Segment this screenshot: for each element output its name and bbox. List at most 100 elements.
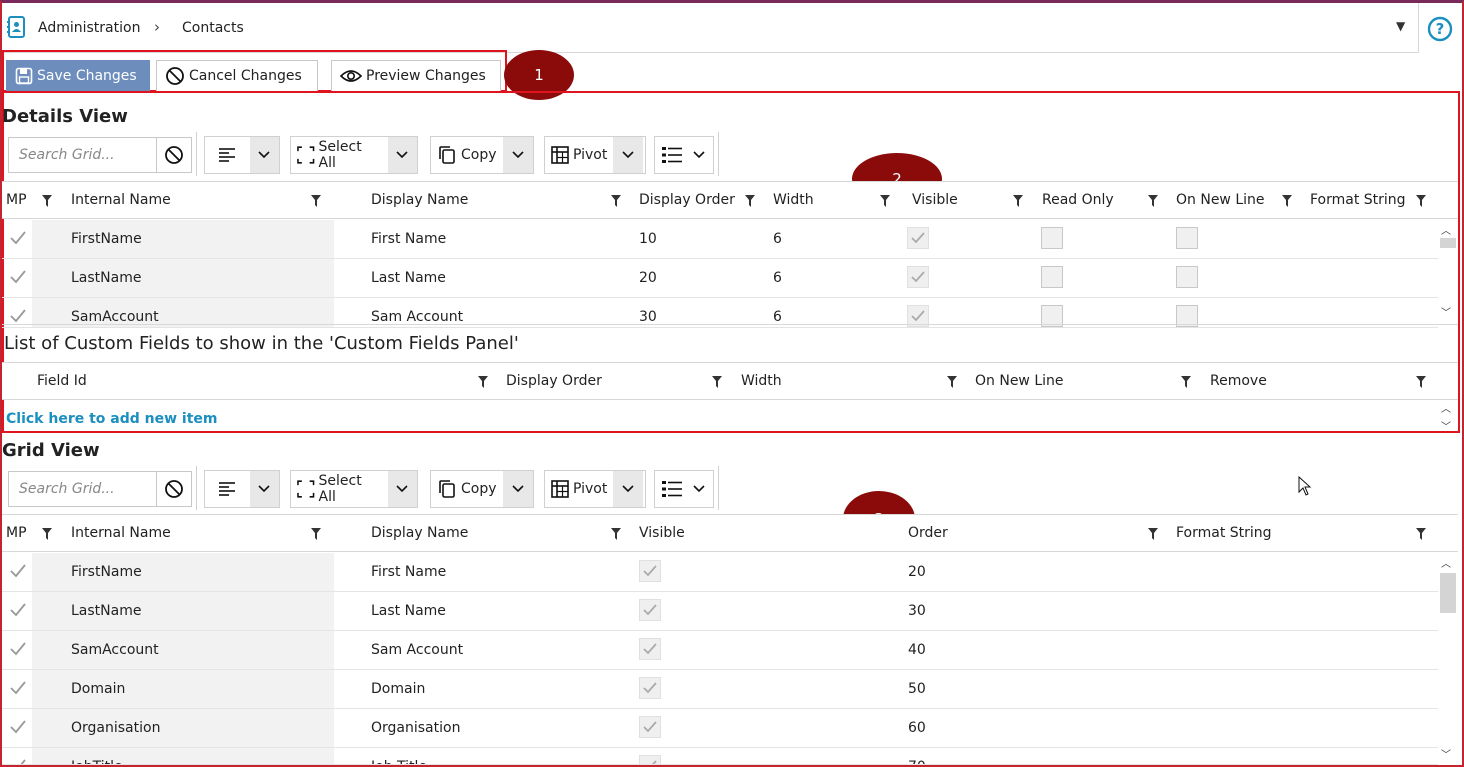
table-row[interactable]: FirstName First Name 20 bbox=[2, 553, 1438, 592]
display-name-cell[interactable]: Job Title bbox=[371, 759, 427, 764]
display-name-cell[interactable]: Domain bbox=[371, 681, 425, 697]
col-display-order[interactable]: Display Order bbox=[639, 192, 735, 208]
col-on-new-line[interactable]: On New Line bbox=[975, 373, 1064, 389]
scroll-down-icon[interactable]: ﹀ bbox=[1441, 746, 1451, 761]
table-row[interactable]: LastName Last Name 20 6 bbox=[2, 259, 1438, 298]
filter-icon[interactable] bbox=[311, 195, 321, 207]
grid-copy-button[interactable]: Copy bbox=[430, 470, 534, 508]
filter-icon[interactable] bbox=[1416, 195, 1426, 207]
order-cell[interactable]: 50 bbox=[908, 681, 926, 697]
preview-changes-button[interactable]: Preview Changes bbox=[331, 60, 501, 92]
display-order-cell[interactable]: 10 bbox=[639, 231, 657, 247]
cancel-changes-button[interactable]: Cancel Changes bbox=[156, 60, 318, 92]
chevron-down-icon[interactable] bbox=[502, 471, 533, 507]
scroll-up-icon[interactable]: ︿ bbox=[1441, 555, 1451, 570]
display-name-cell[interactable]: Organisation bbox=[371, 720, 460, 736]
filter-icon[interactable] bbox=[311, 528, 321, 540]
read-only-checkbox[interactable] bbox=[1041, 227, 1063, 249]
add-new-item-link[interactable]: Click here to add new item bbox=[6, 411, 217, 427]
visible-checkbox[interactable] bbox=[907, 227, 929, 249]
order-cell[interactable]: 40 bbox=[908, 642, 926, 658]
details-pivot-button[interactable]: Pivot bbox=[544, 136, 646, 174]
header-dropdown-icon[interactable]: ▼ bbox=[1396, 19, 1405, 33]
filter-icon[interactable] bbox=[1148, 195, 1158, 207]
details-clear-search-button[interactable] bbox=[156, 137, 192, 173]
scroll-down-icon[interactable]: ﹀ bbox=[1441, 418, 1451, 433]
col-visible[interactable]: Visible bbox=[912, 192, 958, 208]
filter-icon[interactable] bbox=[42, 528, 52, 540]
table-row[interactable]: JobTitle Job Title 70 bbox=[2, 748, 1438, 765]
width-cell[interactable]: 6 bbox=[773, 270, 782, 286]
help-icon[interactable]: ? bbox=[1427, 16, 1453, 42]
breadcrumb-contacts[interactable]: Contacts bbox=[182, 20, 244, 36]
chevron-down-icon[interactable] bbox=[249, 137, 279, 173]
read-only-checkbox[interactable] bbox=[1041, 266, 1063, 288]
visible-checkbox[interactable] bbox=[907, 266, 929, 288]
visible-checkbox[interactable] bbox=[639, 755, 661, 764]
filter-icon[interactable] bbox=[947, 376, 957, 388]
col-order[interactable]: Order bbox=[908, 525, 948, 541]
details-copy-button[interactable]: Copy bbox=[430, 136, 534, 174]
table-row[interactable]: SamAccount Sam Account 40 bbox=[2, 631, 1438, 670]
details-layout-button[interactable] bbox=[654, 136, 714, 174]
col-remove[interactable]: Remove bbox=[1210, 373, 1267, 389]
filter-icon[interactable] bbox=[1148, 528, 1158, 540]
filter-icon[interactable] bbox=[880, 195, 890, 207]
on-new-line-checkbox[interactable] bbox=[1176, 227, 1198, 249]
table-row[interactable]: Organisation Organisation 60 bbox=[2, 709, 1438, 748]
width-cell[interactable]: 6 bbox=[773, 309, 782, 325]
chevron-down-icon[interactable] bbox=[502, 137, 533, 173]
col-read-only[interactable]: Read Only bbox=[1042, 192, 1114, 208]
visible-checkbox[interactable] bbox=[639, 716, 661, 738]
grid-align-button[interactable] bbox=[204, 470, 280, 508]
col-internal-name[interactable]: Internal Name bbox=[71, 525, 171, 541]
scroll-down-icon[interactable]: ﹀ bbox=[1441, 304, 1451, 319]
col-display-name[interactable]: Display Name bbox=[371, 525, 468, 541]
visible-checkbox[interactable] bbox=[639, 599, 661, 621]
col-mp[interactable]: MP bbox=[6, 192, 27, 208]
order-cell[interactable]: 20 bbox=[908, 564, 926, 580]
table-row[interactable]: LastName Last Name 30 bbox=[2, 592, 1438, 631]
grid-pivot-button[interactable]: Pivot bbox=[544, 470, 646, 508]
display-name-cell[interactable]: Last Name bbox=[371, 603, 446, 619]
col-format-string[interactable]: Format String bbox=[1176, 525, 1272, 541]
order-cell[interactable]: 30 bbox=[908, 603, 926, 619]
details-select-all-button[interactable]: Select All bbox=[290, 136, 418, 174]
filter-icon[interactable] bbox=[42, 195, 52, 207]
filter-icon[interactable] bbox=[611, 195, 621, 207]
table-row[interactable]: FirstName First Name 10 6 bbox=[2, 220, 1438, 259]
filter-icon[interactable] bbox=[478, 376, 488, 388]
display-order-cell[interactable]: 20 bbox=[639, 270, 657, 286]
col-internal-name[interactable]: Internal Name bbox=[71, 192, 171, 208]
col-mp[interactable]: MP bbox=[6, 525, 27, 541]
grid-search-input[interactable]: Search Grid... bbox=[8, 471, 158, 507]
chevron-down-icon[interactable] bbox=[613, 471, 644, 507]
display-name-cell[interactable]: Sam Account bbox=[371, 309, 463, 325]
col-width[interactable]: Width bbox=[741, 373, 782, 389]
filter-icon[interactable] bbox=[1181, 376, 1191, 388]
col-visible[interactable]: Visible bbox=[639, 525, 685, 541]
order-cell[interactable]: 70 bbox=[908, 759, 926, 764]
grid-select-all-button[interactable]: Select All bbox=[290, 470, 418, 508]
filter-icon[interactable] bbox=[611, 528, 621, 540]
display-name-cell[interactable]: Sam Account bbox=[371, 642, 463, 658]
filter-icon[interactable] bbox=[1013, 195, 1023, 207]
display-name-cell[interactable]: First Name bbox=[371, 564, 446, 580]
save-changes-button[interactable]: Save Changes bbox=[6, 60, 150, 92]
visible-checkbox[interactable] bbox=[639, 560, 661, 582]
col-on-new-line[interactable]: On New Line bbox=[1176, 192, 1265, 208]
chevron-down-icon[interactable] bbox=[387, 471, 417, 507]
filter-icon[interactable] bbox=[712, 376, 722, 388]
width-cell[interactable]: 6 bbox=[773, 231, 782, 247]
col-field-id[interactable]: Field Id bbox=[37, 373, 87, 389]
details-search-input[interactable]: Search Grid... bbox=[8, 137, 158, 173]
col-width[interactable]: Width bbox=[773, 192, 814, 208]
details-align-button[interactable] bbox=[204, 136, 280, 174]
col-format-string[interactable]: Format String bbox=[1310, 192, 1406, 208]
visible-checkbox[interactable] bbox=[639, 677, 661, 699]
grid-scrollbar-thumb[interactable] bbox=[1440, 573, 1456, 613]
scroll-up-icon[interactable]: ︿ bbox=[1441, 400, 1451, 415]
filter-icon[interactable] bbox=[1416, 528, 1426, 540]
order-cell[interactable]: 60 bbox=[908, 720, 926, 736]
visible-checkbox[interactable] bbox=[639, 638, 661, 660]
